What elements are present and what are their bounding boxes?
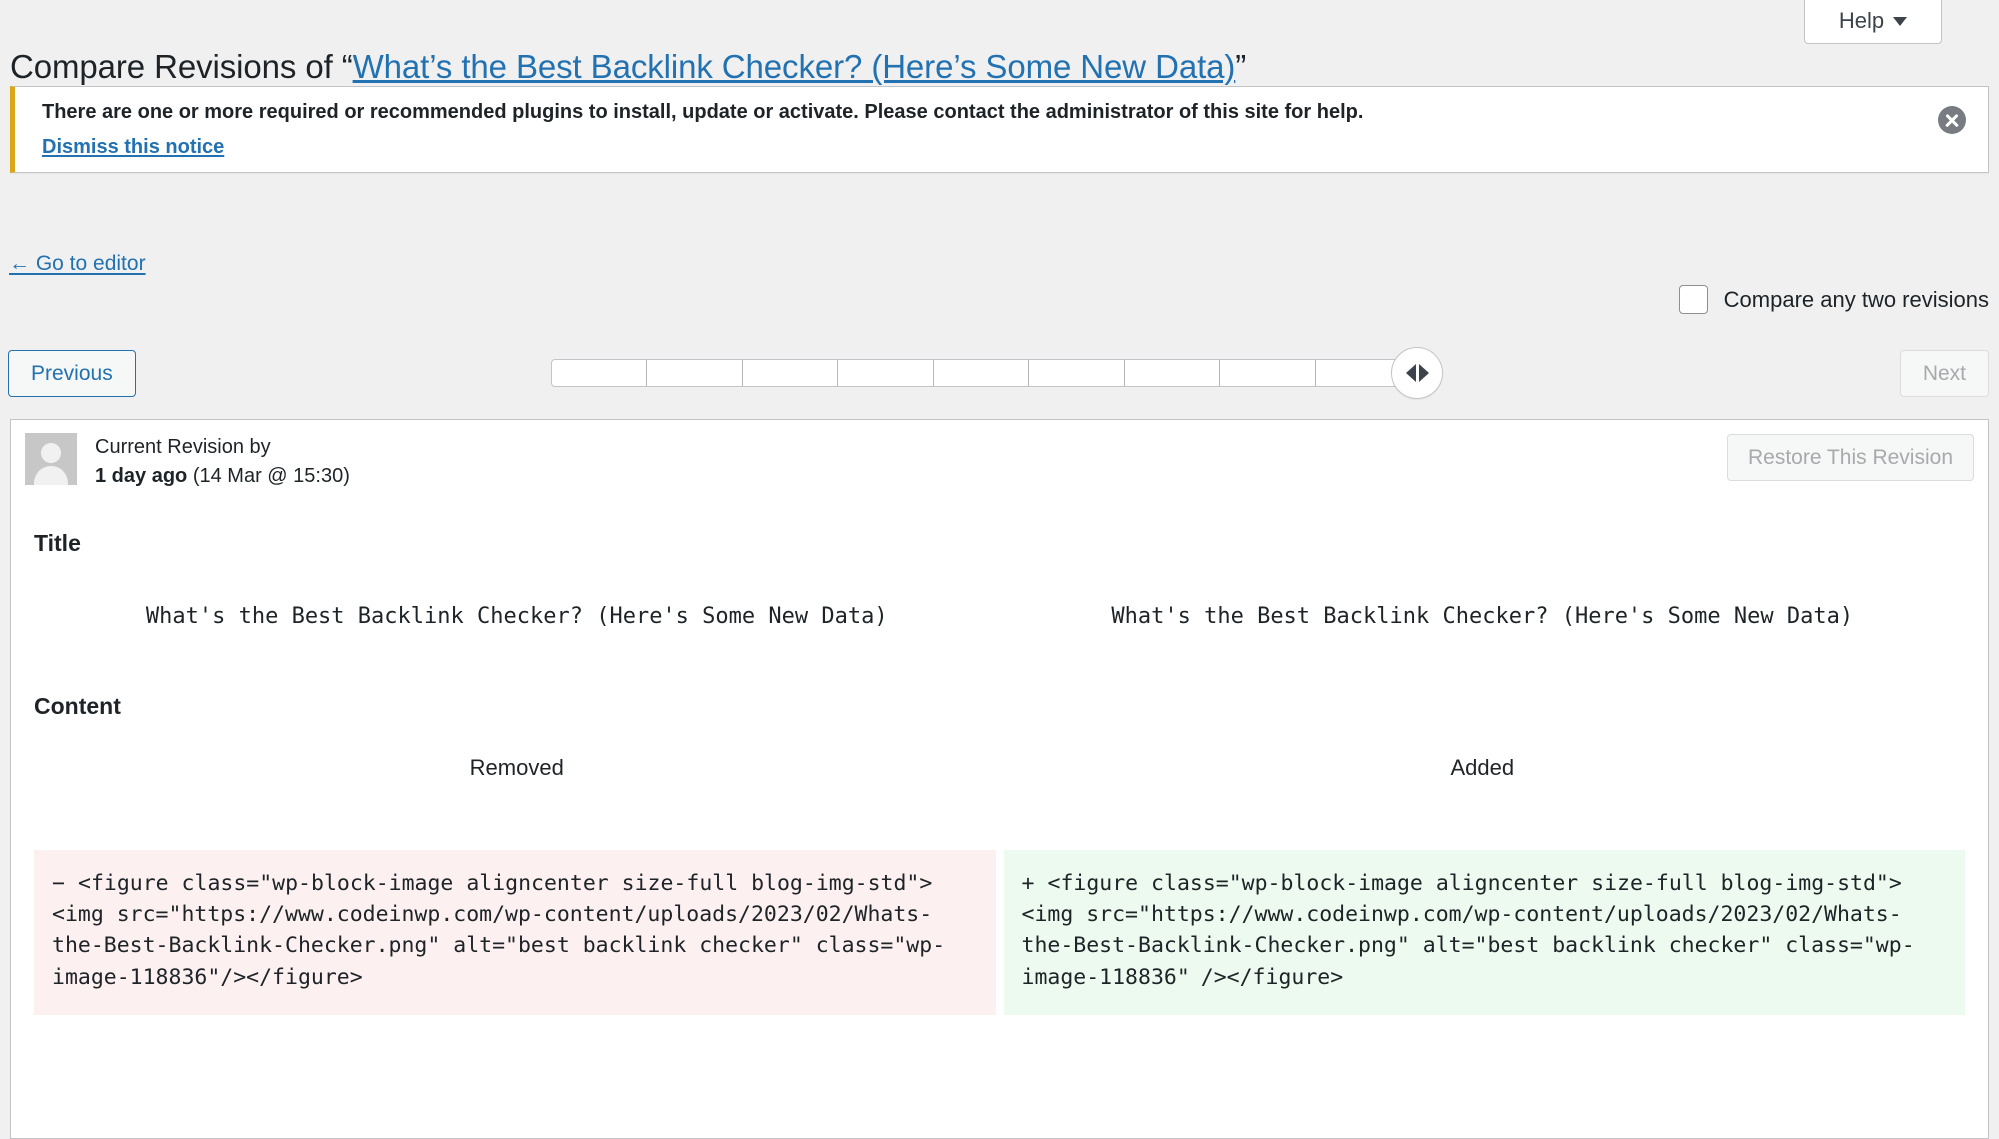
close-icon[interactable]	[1938, 106, 1966, 134]
go-to-editor-link[interactable]: ← Go to editor	[9, 252, 146, 276]
compare-checkbox[interactable]	[1678, 285, 1708, 314]
avatar-head	[41, 443, 61, 463]
added-code-text-after: /></figure>	[1200, 964, 1344, 990]
notice-message: There are one or more required or recomm…	[42, 101, 1364, 123]
added-code-text-before: <figure class="wp-block-image aligncente…	[1021, 871, 1915, 990]
previous-button[interactable]: Previous	[8, 350, 136, 397]
revision-slider-handle[interactable]	[1391, 347, 1443, 399]
help-tab[interactable]: Help	[1804, 0, 1942, 44]
revision-time-absolute: (14 Mar @ 15:30)	[192, 465, 350, 487]
revision-controls: Previous Next	[0, 347, 1999, 406]
revision-slider[interactable]	[551, 347, 1443, 399]
diff-section-heading-title: Title	[34, 530, 81, 556]
removed-marker: −	[52, 871, 65, 896]
slider-tick	[1220, 360, 1316, 386]
compare-checkbox-label: Compare any two revisions	[1723, 286, 1989, 312]
page-title: Compare Revisions of “What’s the Best Ba…	[10, 48, 1246, 86]
restore-this-revision-button[interactable]: Restore This Revision	[1726, 434, 1974, 481]
plugin-notice: There are one or more required or recomm…	[10, 86, 1989, 173]
title-diff-row: What's the Best Backlink Checker? (Here'…	[34, 600, 1965, 633]
dismiss-notice-link[interactable]: Dismiss this notice	[42, 136, 224, 159]
content-diff-body: − <figure class="wp-block-image aligncent…	[34, 850, 1965, 1015]
removed-code-text: <figure class="wp-block-image aligncente…	[52, 871, 946, 990]
revision-meta-bar: Current Revision by 1 day ago (14 Mar @ …	[10, 419, 1989, 495]
slider-tick	[552, 360, 648, 386]
avatar-body	[34, 466, 68, 485]
slider-tick	[647, 360, 743, 386]
arrow-right-icon	[1418, 364, 1429, 382]
title-diff-right: What's the Best Backlink Checker? (Here'…	[1111, 604, 1854, 629]
compare-any-two-revisions-toggle[interactable]: Compare any two revisions	[1678, 285, 1989, 314]
slider-tick	[743, 360, 839, 386]
diff-added-block: + <figure class="wp-block-image aligncent…	[1003, 850, 1965, 1015]
post-title-link[interactable]: What’s the Best Backlink Checker? (Here’…	[353, 48, 1236, 85]
arrow-left-icon	[1405, 364, 1416, 382]
diff-section-heading-content: Content	[34, 693, 121, 719]
chevron-down-icon	[1893, 17, 1908, 26]
revision-time-relative: 1 day ago	[95, 465, 188, 487]
added-column-label: Added	[1450, 755, 1515, 780]
slider-tick	[1029, 360, 1125, 386]
slider-tick	[838, 360, 934, 386]
added-marker: +	[1021, 871, 1035, 896]
revision-diff-panel: Title What's the Best Backlink Checker? …	[10, 495, 1989, 1139]
revision-author-line: Current Revision by	[95, 436, 271, 458]
diff-removed-block: − <figure class="wp-block-image aligncent…	[34, 850, 996, 1015]
removed-column-label: Removed	[469, 755, 564, 780]
slider-tick	[1125, 360, 1221, 386]
next-button[interactable]: Next	[1899, 350, 1989, 397]
slider-tick	[934, 360, 1030, 386]
avatar	[25, 433, 77, 485]
title-diff-left: What's the Best Backlink Checker? (Here'…	[145, 604, 888, 629]
page-title-suffix: ”	[1235, 48, 1247, 86]
help-label: Help	[1838, 7, 1885, 33]
revision-timestamp: 1 day ago (14 Mar @ 15:30)	[95, 462, 350, 491]
revision-author-info: Current Revision by 1 day ago (14 Mar @ …	[95, 433, 350, 491]
content-diff-column-headers: Removed Added	[34, 755, 1965, 781]
revision-slider-track[interactable]	[551, 359, 1411, 387]
page-title-prefix: Compare Revisions of “	[10, 48, 353, 86]
